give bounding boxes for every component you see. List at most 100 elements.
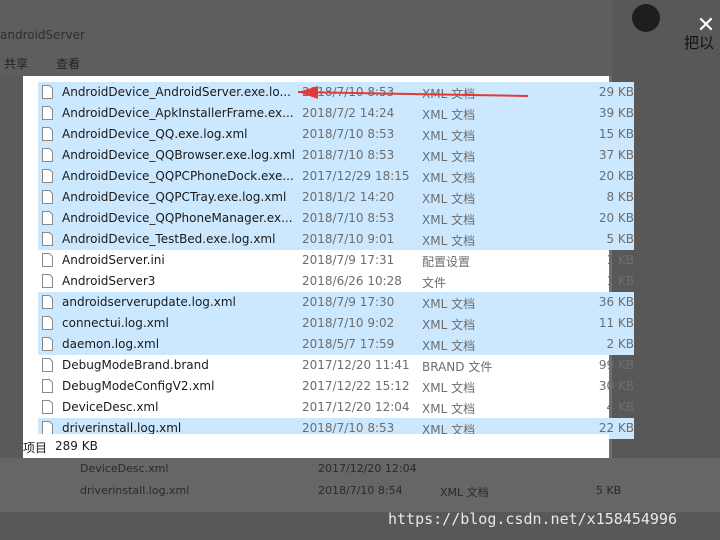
file-size: 20 KB — [598, 169, 634, 183]
file-explorer-panel: AndroidDevice_AndroidServer.exe.lo... 201… — [23, 76, 634, 458]
file-size: 2 KB — [606, 337, 634, 351]
file-icon — [42, 169, 53, 183]
file-type: 配置设置 — [422, 255, 471, 269]
file-row[interactable]: AndroidDevice_QQ.exe.log.xml 2018/7/10 8:… — [38, 124, 634, 145]
file-icon — [42, 190, 53, 204]
file-date: 2017/12/29 18:15 — [302, 169, 410, 183]
file-name: driverinstall.log.xml — [62, 421, 182, 435]
file-size: 99 KB — [598, 358, 634, 372]
file-date: 2017/12/20 11:41 — [302, 358, 410, 372]
file-type: XML 文档 — [422, 213, 476, 227]
file-date: 2018/7/10 8:53 — [302, 421, 395, 435]
file-date: 2018/1/2 14:20 — [302, 190, 395, 204]
file-name: DebugModeBrand.brand — [62, 358, 209, 372]
file-row[interactable]: AndroidDevice_ApkInstallerFrame.ex... 201… — [38, 103, 634, 124]
file-icon — [42, 316, 53, 330]
file-icon — [42, 358, 53, 372]
file-size: 29 KB — [598, 85, 634, 99]
file-size: 8 KB — [606, 190, 634, 204]
file-row[interactable]: AndroidDevice_QQBrowser.exe.log.xml 2018/… — [38, 145, 634, 166]
file-name: AndroidDevice_QQPhoneManager.ex... — [62, 211, 293, 225]
file-row[interactable]: DeviceDesc.xml 2017/12/20 12:04 XML 文档 4 KB — [38, 397, 634, 418]
file-type: XML 文档 — [422, 192, 476, 206]
file-date: 2018/6/26 10:28 — [302, 274, 402, 288]
watermark: https://blog.csdn.net/x158454996 — [388, 510, 677, 528]
file-date: 2018/7/9 17:30 — [302, 295, 395, 309]
file-date: 2018/7/10 9:02 — [302, 316, 395, 330]
file-size: 36 KB — [598, 295, 634, 309]
file-name: AndroidDevice_TestBed.exe.log.xml — [62, 232, 276, 246]
file-type: XML 文档 — [422, 150, 476, 164]
file-row[interactable]: AndroidServer3 2018/6/26 10:28 文件 1 KB — [38, 271, 634, 292]
file-icon — [42, 127, 53, 141]
file-size: 37 KB — [598, 148, 634, 162]
file-icon — [42, 421, 53, 435]
background-row-name: DeviceDesc.xml — [80, 462, 169, 475]
file-name: androidserverupdate.log.xml — [62, 295, 236, 309]
file-size: 15 KB — [598, 127, 634, 141]
menu-view[interactable]: 查看 — [56, 55, 80, 72]
file-date: 2018/5/7 17:59 — [302, 337, 395, 351]
file-row[interactable]: androidserverupdate.log.xml 2018/7/9 17:3… — [38, 292, 634, 313]
file-type: 文件 — [422, 276, 447, 290]
file-size: 1 KB — [606, 274, 634, 288]
file-row[interactable]: AndroidDevice_TestBed.exe.log.xml 2018/7/… — [38, 229, 634, 250]
file-list: AndroidDevice_AndroidServer.exe.lo... 201… — [38, 82, 634, 439]
file-type: XML 文档 — [422, 339, 476, 353]
file-icon — [42, 148, 53, 162]
file-date: 2017/12/22 15:12 — [302, 379, 410, 393]
file-type: XML 文档 — [422, 171, 476, 185]
file-row[interactable]: DebugModeBrand.brand 2017/12/20 11:41 BRAN… — [38, 355, 634, 376]
file-type: XML 文档 — [422, 318, 476, 332]
file-name: AndroidDevice_AndroidServer.exe.lo... — [62, 85, 291, 99]
avatar — [632, 4, 660, 32]
file-icon — [42, 337, 53, 351]
file-row[interactable]: AndroidServer.ini 2018/7/9 17:31 配置设置 1 KB — [38, 250, 634, 271]
file-type: XML 文档 — [422, 234, 476, 248]
file-size: 11 KB — [598, 316, 634, 330]
file-row[interactable]: AndroidDevice_QQPCTray.exe.log.xml 2018/1… — [38, 187, 634, 208]
file-icon — [42, 379, 53, 393]
file-name: AndroidDevice_QQ.exe.log.xml — [62, 127, 248, 141]
background-title: androidServer — [0, 28, 85, 42]
file-icon — [42, 295, 53, 309]
file-name: connectui.log.xml — [62, 316, 169, 330]
file-date: 2018/7/10 8:53 — [302, 127, 395, 141]
menu-share[interactable]: 共享 — [4, 55, 28, 72]
file-row[interactable]: AndroidDevice_QQPCPhoneDock.exe.... 2017/… — [38, 166, 634, 187]
file-name: AndroidDevice_ApkInstallerFrame.ex... — [62, 106, 294, 120]
file-row[interactable]: connectui.log.xml 2018/7/10 9:02 XML 文档 11 … — [38, 313, 634, 334]
file-name: AndroidDevice_QQBrowser.exe.log.xml — [62, 148, 294, 162]
file-size: 22 KB — [598, 421, 634, 435]
background-row-size: 5 KB — [596, 484, 622, 497]
file-size: 20 KB — [598, 211, 634, 225]
file-row[interactable]: daemon.log.xml 2018/5/7 17:59 XML 文档 2 KB — [38, 334, 634, 355]
file-icon — [42, 253, 53, 267]
file-name: AndroidServer.ini — [62, 253, 165, 267]
file-size: 39 KB — [598, 106, 634, 120]
file-icon — [42, 211, 53, 225]
file-date: 2018/7/10 8:53 — [302, 211, 395, 225]
file-size: 1 KB — [606, 253, 634, 267]
file-size: 5 KB — [606, 232, 634, 246]
file-row[interactable]: DebugModeConfigV2.xml 2017/12/22 15:12 XML… — [38, 376, 634, 397]
status-size: 289 KB — [55, 439, 98, 453]
file-row[interactable]: AndroidDevice_AndroidServer.exe.lo... 201… — [38, 82, 634, 103]
background-row-date: 2017/12/20 12:04 — [318, 462, 417, 475]
file-icon — [42, 85, 53, 99]
status-bar: 项目 289 KB — [23, 434, 609, 456]
file-date: 2018/7/2 14:24 — [302, 106, 395, 120]
background-row-name: driverinstall.log.xml — [80, 484, 190, 497]
file-row[interactable]: AndroidDevice_QQPhoneManager.ex... 2018/7… — [38, 208, 634, 229]
file-date: 2018/7/9 17:31 — [302, 253, 395, 267]
background-row-type: XML 文档 — [440, 486, 489, 499]
file-date: 2017/12/20 12:04 — [302, 400, 410, 414]
file-type: XML 文档 — [422, 129, 476, 143]
background-nav-pane — [0, 76, 23, 458]
file-type: XML 文档 — [422, 108, 476, 122]
close-button[interactable]: ✕ — [692, 12, 720, 40]
file-type: XML 文档 — [422, 381, 476, 395]
status-label: 项目 — [23, 441, 48, 455]
file-type: XML 文档 — [422, 402, 476, 416]
file-name: AndroidDevice_QQPCTray.exe.log.xml — [62, 190, 287, 204]
